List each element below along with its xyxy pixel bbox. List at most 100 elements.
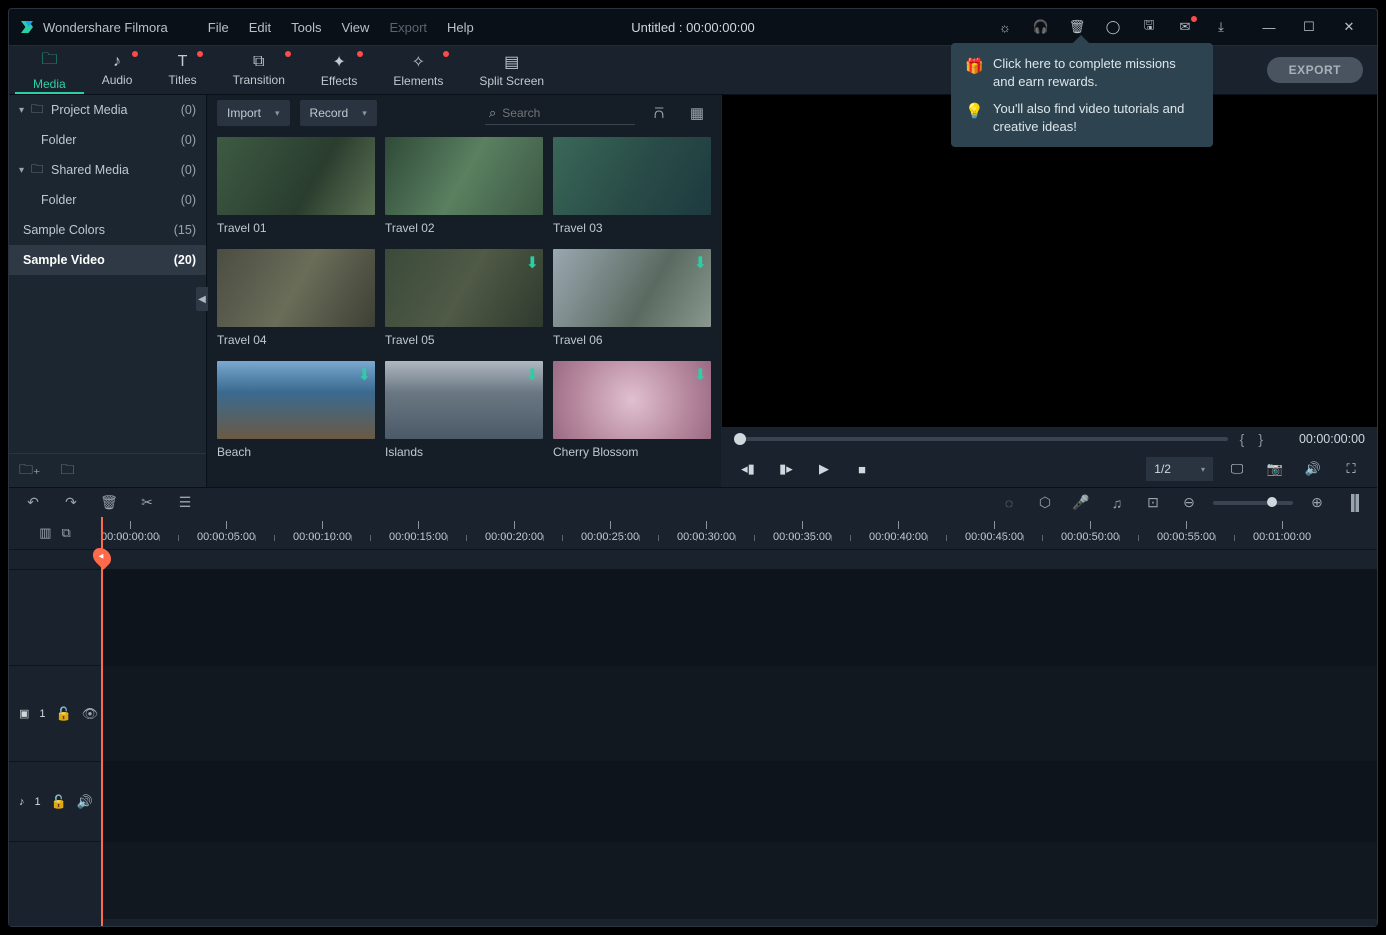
chevron-down-icon: ▾ — [275, 108, 280, 119]
render-icon[interactable]: ◌ — [997, 491, 1021, 515]
record-dropdown[interactable]: Record ▾ — [300, 100, 377, 126]
gift-icon: 🎁 — [965, 57, 983, 90]
tab-media[interactable]: 🗀 Media — [15, 46, 84, 94]
tab-elements[interactable]: ✧ Elements — [375, 46, 461, 94]
search-field[interactable] — [502, 106, 631, 120]
crop-button[interactable]: ☰ — [173, 491, 197, 515]
sidebar-item-label: Sample Colors — [23, 223, 105, 237]
delete-button[interactable]: 🗑 — [97, 491, 121, 515]
message-icon[interactable]: ✉ — [1167, 13, 1203, 41]
play-button[interactable]: ▶ — [810, 457, 838, 481]
visibility-icon[interactable]: 👁 — [82, 706, 99, 722]
zoom-fit-button[interactable] — [1341, 491, 1365, 515]
headset-icon[interactable]: 🎧 — [1023, 13, 1059, 41]
menu-file[interactable]: File — [198, 14, 239, 41]
mark-in-button[interactable]: { — [1238, 431, 1247, 447]
lightbulb-icon[interactable]: ☼ — [987, 13, 1023, 41]
media-clip[interactable]: Travel 02 — [385, 137, 543, 235]
collapse-sidebar-button[interactable]: ◀ — [196, 287, 208, 311]
ruler-tick: 00:00:05:00 — [197, 521, 255, 543]
media-clip[interactable]: ⬇Travel 05 — [385, 249, 543, 347]
media-clip[interactable]: Travel 04 — [217, 249, 375, 347]
tab-transition[interactable]: ⧉ Transition — [215, 46, 303, 94]
chevron-down-icon: ▾ — [1201, 465, 1205, 474]
lock-icon[interactable]: 🔓 — [51, 794, 67, 810]
ruler-tick: 00:00:30:00 — [677, 521, 735, 543]
link-icon[interactable]: ⧉ — [62, 525, 71, 541]
window-minimize-button[interactable]: — — [1249, 13, 1289, 41]
keyframe-icon[interactable]: ⊡ — [1141, 491, 1165, 515]
sidebar-item-shared-media[interactable]: ▾ 🗀 Shared Media (0) — [9, 155, 206, 185]
import-dropdown[interactable]: Import ▾ — [217, 100, 290, 126]
sidebar-item-count: (0) — [181, 133, 196, 147]
media-clip[interactable]: ⬇Islands — [385, 361, 543, 459]
menu-view[interactable]: View — [331, 14, 379, 41]
volume-icon[interactable]: 🔊 — [1299, 457, 1327, 481]
tab-audio[interactable]: ♪ Audio — [84, 46, 151, 94]
zoom-in-button[interactable]: ⊕ — [1305, 491, 1329, 515]
mute-icon[interactable]: 🔊 — [77, 794, 93, 810]
lock-icon[interactable]: 🔓 — [56, 706, 72, 722]
audio-track[interactable] — [101, 762, 1377, 841]
zoom-out-button[interactable]: ⊖ — [1177, 491, 1201, 515]
export-button[interactable]: EXPORT — [1267, 57, 1363, 83]
zoom-slider[interactable] — [1213, 501, 1293, 505]
ruler-tick: 00:00:00:00 — [101, 521, 159, 543]
menu-edit[interactable]: Edit — [239, 14, 281, 41]
stop-button[interactable]: ■ — [848, 457, 876, 481]
tab-titles[interactable]: T Titles — [150, 46, 214, 94]
zoom-knob[interactable] — [1267, 497, 1277, 507]
fullscreen-icon[interactable]: ⛶ — [1337, 457, 1365, 481]
video-track[interactable] — [101, 666, 1377, 761]
tab-split-screen[interactable]: ▤ Split Screen — [461, 46, 562, 94]
menu-tools[interactable]: Tools — [281, 14, 331, 41]
open-folder-icon[interactable]: 🗀 — [60, 459, 74, 483]
media-clip[interactable]: Travel 01 — [217, 137, 375, 235]
undo-button[interactable]: ↶ — [21, 491, 45, 515]
sidebar-item-sample-video[interactable]: Sample Video (20) — [9, 245, 206, 275]
sidebar-item-project-media[interactable]: ▾ 🗀 Project Media (0) — [9, 95, 206, 125]
tab-effects-label: Effects — [321, 74, 357, 88]
menu-help[interactable]: Help — [437, 14, 484, 41]
sidebar-item-folder-2[interactable]: Folder (0) — [9, 185, 206, 215]
sidebar-item-sample-colors[interactable]: Sample Colors (15) — [9, 215, 206, 245]
grid-view-icon[interactable]: ▦ — [683, 100, 711, 126]
quality-value: 1/2 — [1154, 462, 1171, 476]
step-back-button[interactable]: ◂▮ — [734, 457, 762, 481]
redo-button[interactable]: ↷ — [59, 491, 83, 515]
window-maximize-button[interactable]: ☐ — [1289, 13, 1329, 41]
new-folder-icon[interactable]: 🗀₊ — [19, 459, 40, 483]
snapshot-icon[interactable]: 📷 — [1261, 457, 1289, 481]
download-icon: ⬇ — [694, 253, 707, 273]
seek-knob[interactable] — [734, 433, 746, 445]
clip-name: Cherry Blossom — [553, 445, 711, 459]
audio-mixer-icon[interactable]: ♫ — [1105, 491, 1129, 515]
import-label: Import — [227, 106, 261, 120]
account-icon[interactable]: ◯ — [1095, 13, 1131, 41]
search-input[interactable]: ⌕ — [485, 101, 635, 125]
filter-icon[interactable]: ⩃ — [645, 100, 673, 126]
display-icon[interactable]: 🖵 — [1223, 457, 1251, 481]
media-clip[interactable]: ⬇Beach — [217, 361, 375, 459]
seek-bar[interactable] — [734, 437, 1228, 441]
playhead[interactable] — [101, 517, 103, 926]
ruler-tick: 00:00:15:00 — [389, 521, 447, 543]
quality-dropdown[interactable]: 1/2 ▾ — [1146, 457, 1213, 481]
marker-icon[interactable]: ⬡ — [1033, 491, 1057, 515]
idea-icon: 💡 — [965, 102, 983, 135]
window-close-button[interactable]: ✕ — [1329, 13, 1369, 41]
manage-tracks-icon[interactable]: ▥ — [39, 525, 51, 541]
effects-icon: ✦ — [332, 52, 345, 72]
split-button[interactable]: ✂ — [135, 491, 159, 515]
mark-out-button[interactable]: } — [1256, 431, 1265, 447]
media-clip[interactable]: ⬇Cherry Blossom — [553, 361, 711, 459]
media-clip[interactable]: Travel 03 — [553, 137, 711, 235]
voiceover-icon[interactable]: 🎤 — [1069, 491, 1093, 515]
sidebar-item-folder[interactable]: Folder (0) — [9, 125, 206, 155]
download-icon[interactable]: ⤓ — [1203, 13, 1239, 41]
tab-effects[interactable]: ✦ Effects — [303, 46, 375, 94]
step-forward-button[interactable]: ▮▸ — [772, 457, 800, 481]
save-icon[interactable]: 🖫 — [1131, 13, 1167, 41]
media-clip[interactable]: ⬇Travel 06 — [553, 249, 711, 347]
timeline-ruler[interactable]: 00:00:00:0000:00:05:0000:00:10:0000:00:1… — [101, 517, 1377, 549]
